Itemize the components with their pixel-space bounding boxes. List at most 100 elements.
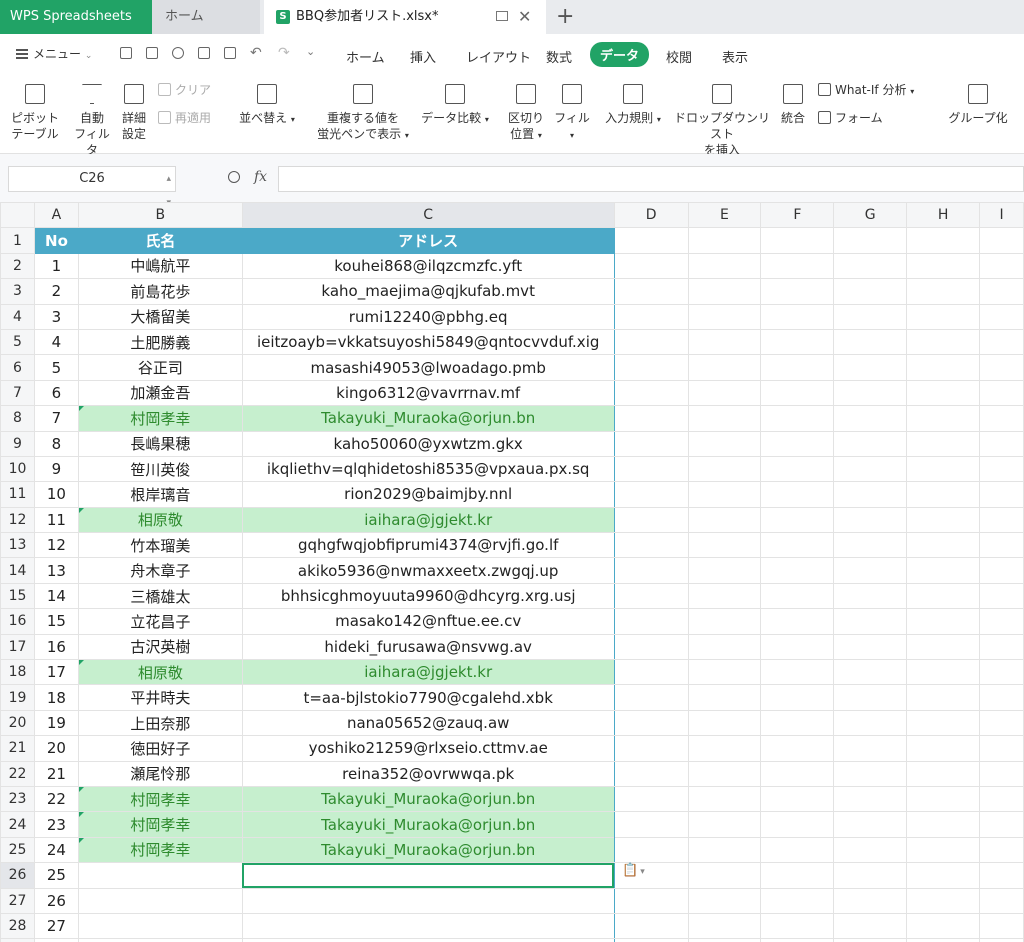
header-name[interactable]: 氏名	[77, 227, 243, 254]
data-validation-button[interactable]: 入力規則 ▾	[600, 84, 666, 128]
cell-no[interactable]: 17	[33, 659, 79, 686]
cell-email[interactable]: gqhgfwqjobfiprumi4374@rvjfi.go.lf	[241, 532, 615, 559]
cell-email[interactable]: reina352@ovrwwqa.pk	[241, 760, 615, 787]
text-to-columns-button[interactable]: 区切り 位置 ▾	[506, 84, 546, 144]
cell[interactable]	[760, 659, 835, 686]
cell[interactable]	[979, 760, 1024, 787]
reapply-button[interactable]: 再適用	[158, 110, 211, 126]
cell[interactable]	[979, 557, 1024, 584]
cell[interactable]	[760, 252, 835, 280]
cell[interactable]	[906, 785, 981, 813]
row-header[interactable]: 24	[0, 811, 35, 838]
cell[interactable]	[833, 481, 908, 508]
tab-review[interactable]: 校閲	[666, 47, 692, 66]
zoom-icon[interactable]	[228, 171, 240, 183]
cell[interactable]	[613, 227, 689, 254]
cell-no[interactable]: 23	[33, 811, 79, 838]
cell-email[interactable]: bhhsicghmoyuuta9960@dhcyrg.xrg.usj	[241, 582, 615, 610]
cell[interactable]	[613, 684, 689, 711]
cell[interactable]	[906, 633, 981, 661]
row-header[interactable]: 5	[0, 328, 35, 356]
cell[interactable]	[833, 862, 908, 889]
cell[interactable]	[760, 760, 835, 787]
col-header-c[interactable]: C	[241, 202, 615, 229]
cell[interactable]	[906, 506, 981, 534]
cell[interactable]	[979, 836, 1024, 864]
cell[interactable]	[760, 912, 835, 940]
cell-name[interactable]: 笹川英俊	[77, 455, 243, 483]
cell[interactable]	[979, 227, 1024, 254]
cell[interactable]	[613, 455, 689, 483]
cell[interactable]	[979, 328, 1024, 356]
cell[interactable]	[979, 278, 1024, 305]
row-header[interactable]: 25	[0, 836, 35, 864]
cell[interactable]	[906, 684, 981, 711]
cell[interactable]	[687, 557, 762, 584]
formula-input[interactable]	[278, 166, 1024, 192]
cell-email[interactable]: iaihara@jgjekt.kr	[241, 506, 615, 534]
cell-no[interactable]: 18	[33, 684, 79, 711]
cell[interactable]	[760, 354, 835, 381]
cell[interactable]	[613, 328, 689, 356]
row-header[interactable]: 11	[0, 481, 35, 508]
cell[interactable]	[979, 633, 1024, 661]
cell-no[interactable]: 5	[33, 354, 79, 381]
cell-email[interactable]: Takayuki_Muraoka@orjun.bn	[241, 811, 615, 838]
export-icon[interactable]	[172, 47, 184, 59]
cell[interactable]	[833, 328, 908, 356]
tab-insert[interactable]: 挿入	[410, 47, 436, 66]
cell[interactable]	[760, 735, 835, 762]
cell[interactable]	[687, 252, 762, 280]
select-all-corner[interactable]	[0, 202, 35, 229]
cell[interactable]	[613, 633, 689, 661]
cell[interactable]	[906, 532, 981, 559]
cell[interactable]	[613, 557, 689, 584]
cell[interactable]	[687, 506, 762, 534]
name-box[interactable]: C26 ▴▾	[8, 166, 176, 208]
cell[interactable]	[613, 608, 689, 635]
cell[interactable]	[760, 709, 835, 737]
cell-no[interactable]: 4	[33, 328, 79, 356]
cell[interactable]	[687, 811, 762, 838]
cell[interactable]	[687, 862, 762, 889]
col-header-f[interactable]: F	[760, 202, 835, 229]
cell[interactable]	[979, 735, 1024, 762]
cell[interactable]	[979, 785, 1024, 813]
cell[interactable]	[760, 887, 835, 914]
row-header[interactable]: 27	[0, 887, 35, 914]
cell[interactable]	[613, 379, 689, 407]
cell[interactable]	[833, 735, 908, 762]
cell[interactable]	[760, 862, 835, 889]
cell[interactable]	[906, 557, 981, 584]
cell[interactable]	[687, 481, 762, 508]
cell[interactable]	[760, 836, 835, 864]
cell-no[interactable]: 13	[33, 557, 79, 584]
cell[interactable]	[979, 862, 1024, 889]
cell[interactable]	[906, 760, 981, 787]
cell[interactable]	[613, 659, 689, 686]
cell[interactable]	[613, 836, 689, 864]
cell[interactable]	[687, 430, 762, 457]
cell[interactable]	[906, 405, 981, 432]
cell[interactable]	[979, 481, 1024, 508]
cell-no[interactable]: 12	[33, 532, 79, 559]
row-header[interactable]: 8	[0, 405, 35, 432]
cell-email[interactable]: rion2029@baimjby.nnl	[241, 481, 615, 508]
cell[interactable]	[687, 659, 762, 686]
cell-name[interactable]: 村岡孝幸	[77, 811, 243, 838]
cell[interactable]	[906, 811, 981, 838]
row-header[interactable]: 15	[0, 582, 35, 610]
cell[interactable]	[979, 684, 1024, 711]
cell-email[interactable]: Takayuki_Muraoka@orjun.bn	[241, 836, 615, 864]
tab-document[interactable]: S BBQ参加者リスト.xlsx* ✕	[264, 0, 546, 34]
row-header[interactable]: 20	[0, 709, 35, 737]
header-no[interactable]: No	[33, 227, 79, 254]
cell[interactable]	[760, 405, 835, 432]
row-header[interactable]: 13	[0, 532, 35, 559]
cell[interactable]	[979, 532, 1024, 559]
fx-icon[interactable]: fx	[254, 169, 267, 185]
cell-name[interactable]: 前島花歩	[77, 278, 243, 305]
row-header[interactable]: 18	[0, 659, 35, 686]
cell-no[interactable]: 11	[33, 506, 79, 534]
col-header-a[interactable]: A	[33, 202, 79, 229]
